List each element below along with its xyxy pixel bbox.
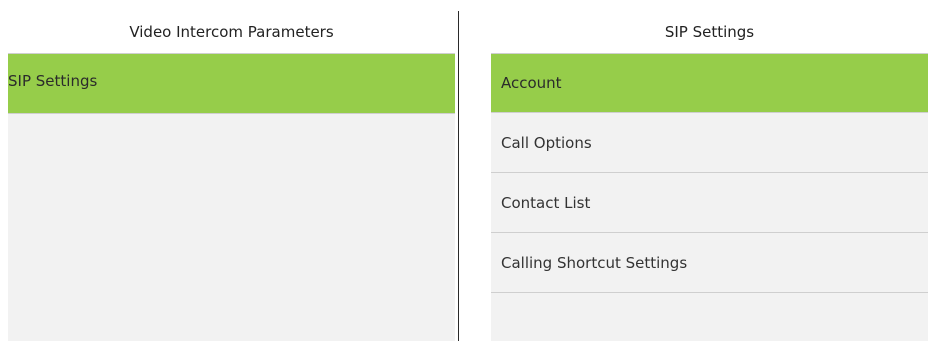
menu-list: SIP Settings xyxy=(8,54,455,114)
menu-item-account[interactable]: Account xyxy=(491,54,928,113)
menu-item-call-options[interactable]: Call Options xyxy=(491,113,928,173)
panel-title: SIP Settings xyxy=(491,11,928,54)
menu-list: Account Call Options Contact List Callin… xyxy=(491,54,928,293)
menu-item-calling-shortcut-settings[interactable]: Calling Shortcut Settings xyxy=(491,233,928,293)
menu-item-label: Account xyxy=(501,74,562,92)
video-intercom-parameters-panel: Video Intercom Parameters SIP Settings xyxy=(8,11,455,341)
panel-title: Video Intercom Parameters xyxy=(8,11,455,54)
menu-item-label: Call Options xyxy=(501,133,592,152)
sip-settings-panel: SIP Settings Account Call Options Contac… xyxy=(491,11,928,341)
menu-item-label: Contact List xyxy=(501,193,591,212)
menu-item-contact-list[interactable]: Contact List xyxy=(491,173,928,233)
screen: Video Intercom Parameters SIP Settings S… xyxy=(0,0,928,341)
menu-item-sip-settings[interactable]: SIP Settings xyxy=(8,54,455,114)
menu-item-label: SIP Settings xyxy=(8,72,98,90)
panel-divider xyxy=(458,11,459,341)
menu-item-label: Calling Shortcut Settings xyxy=(501,253,688,272)
